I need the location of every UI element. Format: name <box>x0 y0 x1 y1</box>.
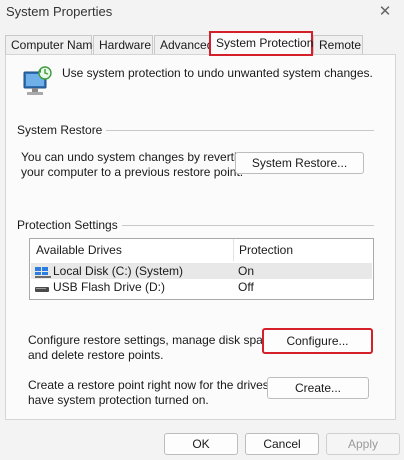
drive-name: USB Flash Drive (D:) <box>53 280 166 294</box>
configure-description-line: and delete restore points. <box>28 348 164 362</box>
system-restore-button[interactable]: System Restore... <box>235 152 364 174</box>
system-restore-description-line: You can undo system changes by reverting <box>21 150 251 164</box>
create-description: Create a restore point right now for the… <box>28 378 292 408</box>
drive-protection-status: Off <box>238 280 254 294</box>
tab-panel <box>5 54 396 420</box>
column-header-available-drives[interactable]: Available Drives <box>30 239 233 261</box>
drive-protection-status: On <box>238 264 255 278</box>
configure-description-line: Configure restore settings, manage disk … <box>28 333 279 347</box>
tab-computer-name[interactable]: Computer Name <box>5 35 99 55</box>
drives-table[interactable]: Available Drives Protection Local Disk (… <box>29 238 374 300</box>
title-bar: System Properties ✕ <box>0 0 404 26</box>
column-header-protection[interactable]: Protection <box>233 239 373 261</box>
window-title: System Properties <box>6 4 113 19</box>
computer-shield-icon <box>22 66 52 100</box>
apply-button[interactable]: Apply <box>326 433 400 455</box>
tab-remote[interactable]: Remote <box>313 35 363 55</box>
intro-text: Use system protection to undo unwanted s… <box>62 66 373 80</box>
create-description-line: Create a restore point right now for the… <box>28 378 293 392</box>
drive-name: Local Disk (C:) (System) <box>53 264 184 278</box>
system-restore-description-line: your computer to a previous restore poin… <box>21 165 244 179</box>
close-icon[interactable]: ✕ <box>374 2 396 22</box>
configure-button[interactable]: Configure... <box>262 328 373 354</box>
table-row[interactable]: USB Flash Drive (D:) Off <box>31 279 372 295</box>
configure-description: Configure restore settings, manage disk … <box>28 333 279 363</box>
table-row[interactable]: Local Disk (C:) (System) On <box>31 263 372 279</box>
tab-advanced[interactable]: Advanced <box>154 35 213 55</box>
usb-drive-icon <box>35 282 51 298</box>
tab-strip: Computer Name Hardware Advanced System P… <box>5 31 400 56</box>
create-description-line: have system protection turned on. <box>28 393 209 407</box>
ok-button[interactable]: OK <box>164 433 238 455</box>
system-restore-description: You can undo system changes by reverting… <box>21 150 250 180</box>
create-button[interactable]: Create... <box>267 377 369 399</box>
system-restore-group-label: System Restore <box>17 123 107 137</box>
protection-settings-group-label: Protection Settings <box>17 218 122 232</box>
tab-system-protection[interactable]: System Protection <box>209 31 313 56</box>
tab-hardware[interactable]: Hardware <box>93 35 153 55</box>
cancel-button[interactable]: Cancel <box>245 433 319 455</box>
